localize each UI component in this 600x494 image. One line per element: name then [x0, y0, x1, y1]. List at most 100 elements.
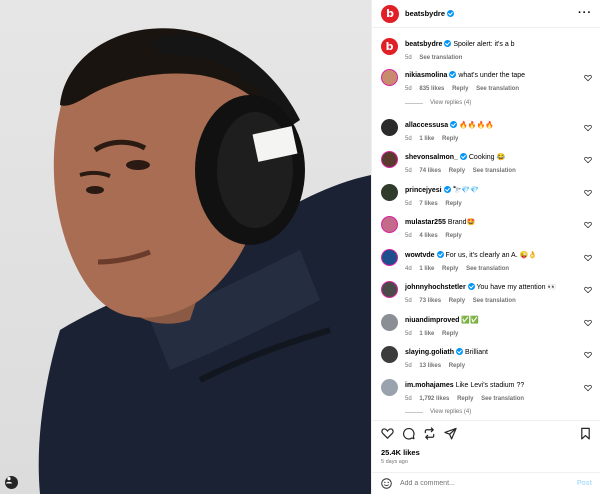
reply-button[interactable]: Reply [442, 266, 458, 272]
view-replies-label[interactable]: View replies (4) [430, 409, 471, 415]
heart-icon[interactable] [584, 254, 592, 262]
see-translation-link[interactable]: See translation [419, 55, 462, 61]
comment-likes[interactable]: 1 like [419, 136, 434, 142]
caption-time: 5d [405, 55, 412, 61]
post-timestamp: 5 days ago [381, 459, 408, 465]
comments-list[interactable]: b beatsbydre Spoiler alert: it's a b 5d … [372, 28, 600, 420]
verified-badge-icon [456, 348, 464, 355]
comment-username[interactable]: slaying.goliath [405, 349, 454, 356]
comment-likes[interactable]: 1 like [419, 266, 434, 272]
caption-username[interactable]: beatsbydre [405, 41, 442, 48]
comment-username[interactable]: niuandimproved [405, 317, 459, 324]
see-translation-link[interactable]: See translation [481, 396, 524, 402]
heart-icon[interactable] [584, 351, 592, 359]
add-comment-bar: Post [372, 472, 600, 494]
verified-badge-icon [444, 40, 452, 47]
comment-username[interactable]: johnnyhochstetler [405, 284, 466, 291]
comment-text: 🔥🔥🔥🔥 [459, 122, 495, 129]
see-translation-link[interactable]: See translation [466, 266, 509, 272]
beats-logo-icon[interactable]: b [381, 38, 398, 55]
comment-time: 5d [405, 396, 412, 402]
reply-button[interactable]: Reply [445, 201, 461, 207]
comment-time: 5d [405, 201, 412, 207]
verified-badge-icon [459, 153, 467, 160]
repost-icon[interactable] [423, 427, 436, 440]
reply-button[interactable]: Reply [457, 396, 473, 402]
reply-button[interactable]: Reply [442, 136, 458, 142]
comment-text: what's under the tape [458, 72, 526, 79]
commenter-avatar[interactable] [381, 314, 398, 331]
heart-icon[interactable] [584, 124, 592, 132]
post-photo [0, 0, 371, 494]
view-replies-button[interactable]: View replies (4) [405, 409, 471, 415]
heart-icon[interactable] [584, 319, 592, 327]
heart-icon[interactable] [584, 221, 592, 229]
comment-text: ✅✅ [461, 317, 479, 324]
comment-username[interactable]: allaccessusa [405, 122, 448, 129]
comment-username[interactable]: nikiasmolina [405, 72, 447, 79]
comment-time: 5d [405, 331, 412, 337]
comment-icon[interactable] [402, 427, 415, 440]
commenter-avatar[interactable] [381, 119, 398, 136]
comment-likes[interactable]: 1 like [419, 331, 434, 337]
share-icon[interactable] [444, 427, 457, 440]
comment-time: 5d [405, 363, 412, 369]
comment-username[interactable]: princejyesi [405, 187, 442, 194]
commenter-avatar[interactable] [381, 346, 398, 363]
reply-button[interactable]: Reply [449, 168, 465, 174]
heart-icon[interactable] [584, 156, 592, 164]
comment-text: Brilliant [464, 349, 488, 356]
reply-button[interactable]: Reply [442, 331, 458, 337]
reply-button[interactable]: Reply [449, 363, 465, 369]
likes-count[interactable]: 25.4K likes [381, 448, 420, 457]
reply-button[interactable]: Reply [452, 86, 468, 92]
comment-text: Like Levi's stadium ?? [455, 382, 525, 389]
comment-username[interactable]: im.mohajames [405, 382, 454, 389]
reply-button[interactable]: Reply [445, 233, 461, 239]
comment-time: 5d [405, 298, 412, 304]
comment-likes[interactable]: 13 likes [419, 363, 441, 369]
more-options-button[interactable]: ··· [578, 8, 592, 19]
comment-time: 4d [405, 266, 412, 272]
commenter-avatar[interactable] [381, 379, 398, 396]
comment-username[interactable]: mulastar255 [405, 219, 446, 226]
comment-likes[interactable]: 73 likes [419, 298, 441, 304]
heart-icon[interactable] [381, 427, 394, 440]
comment-time: 5d [405, 136, 412, 142]
comment-likes[interactable]: 835 likes [419, 86, 444, 92]
comment-input[interactable] [400, 480, 560, 487]
commenter-avatar[interactable] [381, 151, 398, 168]
reply-button[interactable]: Reply [449, 298, 465, 304]
view-replies-label[interactable]: View replies (4) [430, 100, 471, 106]
user-tag-button[interactable] [5, 476, 18, 489]
see-translation-link[interactable]: See translation [476, 86, 519, 92]
heart-icon[interactable] [584, 74, 592, 82]
commenter-avatar[interactable] [381, 69, 398, 86]
post-comment-button[interactable]: Post [577, 480, 592, 487]
comment-likes[interactable]: 7 likes [419, 201, 437, 207]
comment-username[interactable]: wowtvde [405, 252, 435, 259]
comment-text: For us, it's clearly an A. 😜👌 [445, 252, 538, 259]
beats-logo-icon[interactable]: b [381, 4, 399, 23]
heart-icon[interactable] [584, 384, 592, 392]
bookmark-icon[interactable] [579, 427, 592, 440]
see-translation-link[interactable]: See translation [473, 168, 516, 174]
post-header: b beatsbydre ··· [372, 0, 600, 28]
commenter-avatar[interactable] [381, 184, 398, 201]
comment-likes[interactable]: 74 likes [419, 168, 441, 174]
commenter-avatar[interactable] [381, 249, 398, 266]
comment-text: Brand🤩 [447, 219, 476, 226]
view-replies-button[interactable]: View replies (4) [405, 100, 471, 106]
commenter-avatar[interactable] [381, 216, 398, 233]
comment-likes[interactable]: 4 likes [419, 233, 437, 239]
comment-likes[interactable]: 1,792 likes [419, 396, 449, 402]
heart-icon[interactable] [584, 286, 592, 294]
heart-icon[interactable] [584, 189, 592, 197]
verified-badge-icon [449, 71, 457, 78]
post-author-username[interactable]: beatsbydre [405, 9, 445, 18]
emoji-icon[interactable] [381, 478, 392, 489]
commenter-avatar[interactable] [381, 281, 398, 298]
post-side-panel: b beatsbydre ··· b beatsbydre Spoiler al… [371, 0, 600, 494]
comment-username[interactable]: shevonsalmon_ [405, 154, 458, 161]
see-translation-link[interactable]: See translation [473, 298, 516, 304]
